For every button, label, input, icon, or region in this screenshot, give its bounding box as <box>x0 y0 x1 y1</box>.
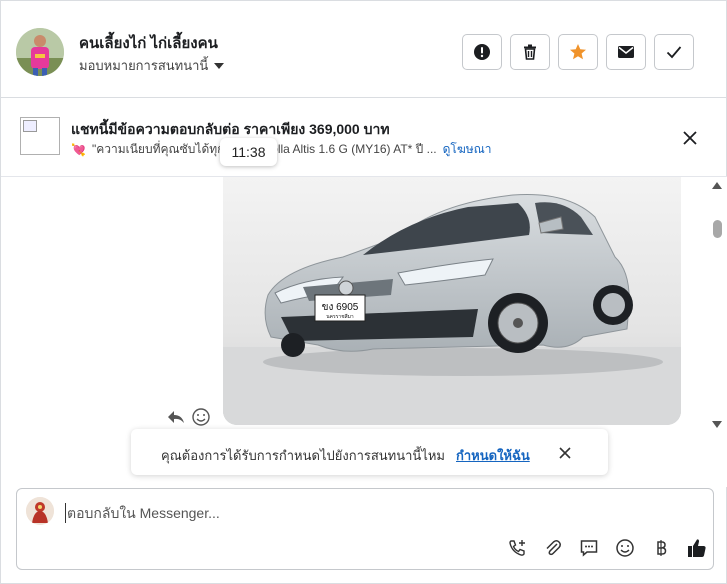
call-button[interactable] <box>499 535 535 561</box>
check-icon <box>666 46 682 59</box>
contact-name[interactable]: คนเลี้ยงไก่ ไก่เลี้ยงคน <box>79 31 218 55</box>
delete-button[interactable] <box>510 34 550 70</box>
attach-button[interactable] <box>535 535 571 561</box>
ad-subtitle-text-left: "ความเนียบที่คุณซับได้ทุกว <box>91 142 232 156</box>
composer-toolbar <box>499 535 715 561</box>
baht-icon <box>657 540 667 556</box>
assign-dropdown[interactable]: มอบหมายการสนทนานี้ <box>79 55 225 76</box>
saved-reply-icon <box>580 540 598 557</box>
conversation-header: คนเลี้ยงไก่ ไก่เลี้ยงคน มอบหมายการสนทนาน… <box>1 1 727 98</box>
heart-emoji-icon: 💘 <box>71 142 86 157</box>
plate-number: ขง 6905 <box>322 302 359 313</box>
assign-label: มอบหมายการสนทนานี้ <box>79 58 209 73</box>
payment-button[interactable] <box>643 535 679 561</box>
star-button[interactable] <box>558 34 598 70</box>
reply-input[interactable] <box>65 503 685 523</box>
close-banner-button[interactable] <box>679 127 701 149</box>
like-button[interactable] <box>679 535 715 561</box>
car-photo-message[interactable]: ขง 6905 นครราชสีมา <box>223 177 681 425</box>
dismiss-reminder-button[interactable] <box>556 444 574 462</box>
conversation-actions <box>462 34 694 70</box>
emoji-button[interactable] <box>607 535 643 561</box>
view-ad-link[interactable]: ดูโฆษณา <box>443 140 492 159</box>
call-add-icon <box>509 540 525 556</box>
ad-subtitle-text-right: olla Altis 1.6 G (MY16) AT* ปี ... <box>271 142 437 156</box>
saved-replies-button[interactable] <box>571 535 607 561</box>
scroll-down-arrow[interactable] <box>712 421 722 428</box>
inbox-conversation-panel: คนเลี้ยงไก่ ไก่เลี้ยงคน มอบหมายการสนทนาน… <box>0 0 727 584</box>
scrollbar-thumb[interactable] <box>713 220 722 238</box>
close-icon <box>683 131 697 145</box>
envelope-icon <box>618 46 634 58</box>
plate-province: นครราชสีมา <box>326 313 354 320</box>
ad-subtitle: 💘 "ความเนียบที่คุณซับได้ทุกว olla Altis … <box>71 140 492 159</box>
ad-thumbnail-image[interactable] <box>20 117 60 155</box>
ad-reply-banner: แชทนี้มีข้อความตอบกลับต่อ ราคาเพียง 369,… <box>1 99 727 177</box>
trash-icon <box>524 44 536 60</box>
emoji-icon <box>616 539 634 557</box>
paperclip-icon <box>546 540 561 556</box>
reply-icon[interactable] <box>166 407 186 427</box>
caret-down-icon <box>214 62 225 69</box>
mark-done-button[interactable] <box>654 34 694 70</box>
flag-spam-button[interactable] <box>462 34 502 70</box>
page-avatar <box>26 497 54 525</box>
assign-reminder-toast: คุณต้องการได้รับการกำหนดไปยังการสนทนานี้… <box>131 429 608 475</box>
close-icon <box>559 447 571 459</box>
scroll-up-arrow[interactable] <box>712 182 722 189</box>
mark-unread-button[interactable] <box>606 34 646 70</box>
timestamp-tooltip: 11:38 <box>220 138 277 166</box>
thumbs-up-icon <box>688 539 706 557</box>
react-emoji-icon[interactable] <box>191 407 211 427</box>
star-icon <box>570 44 586 60</box>
exclamation-icon <box>474 44 490 60</box>
message-composer <box>16 488 714 570</box>
contact-avatar[interactable] <box>16 28 64 76</box>
assign-to-me-link[interactable]: กำหนดให้ฉัน <box>456 445 530 466</box>
reminder-text: คุณต้องการได้รับการกำหนดไปยังการสนทนานี้… <box>161 448 445 463</box>
